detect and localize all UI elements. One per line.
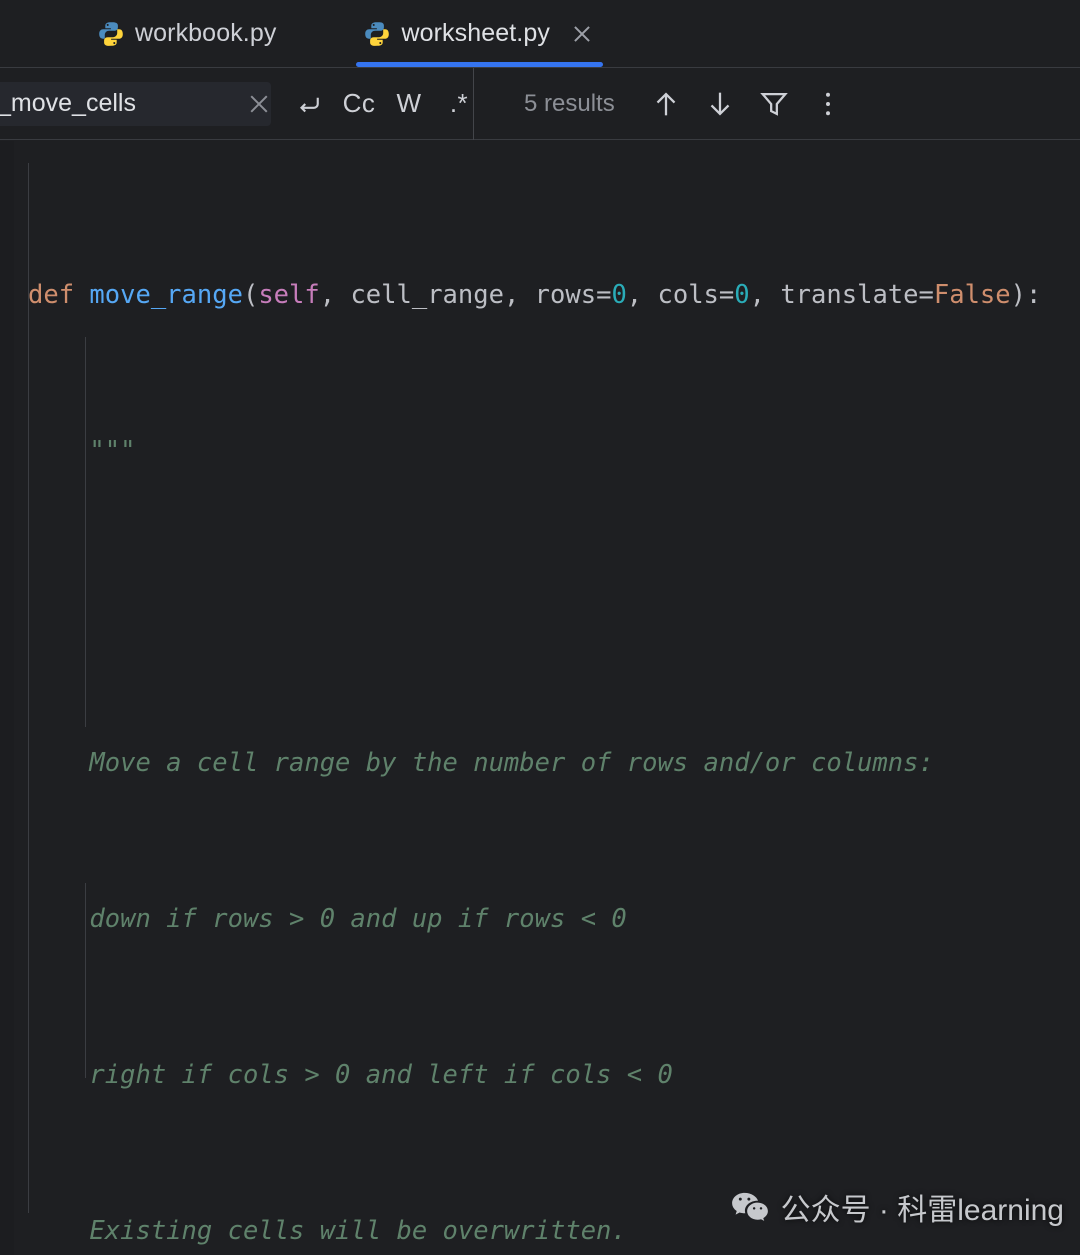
more-options-icon[interactable] <box>811 87 845 121</box>
indent-guide <box>85 493 86 571</box>
search-input[interactable] <box>0 89 270 118</box>
code-line[interactable]: right if cols > 0 and left if cols < 0 <box>0 1056 1080 1095</box>
filter-icon[interactable] <box>757 87 791 121</box>
results-count-label: 5 results <box>524 89 615 117</box>
code-content[interactable]: def move_range(self, cell_range, rows=0,… <box>0 159 1080 1255</box>
active-tab-indicator <box>356 62 603 67</box>
indent-guide <box>28 163 29 1213</box>
words-icon[interactable]: W <box>386 81 432 127</box>
find-next-icon[interactable] <box>703 87 737 121</box>
regex-icon[interactable]: .* <box>436 81 482 127</box>
search-input-wrapper[interactable] <box>0 81 271 126</box>
code-line[interactable] <box>0 588 1080 627</box>
editor-tab-bar: y workbook.py worksheet.py <box>0 0 1080 68</box>
tab-workbook-py[interactable]: workbook.py <box>80 0 294 67</box>
code-line[interactable]: Move a cell range by the number of rows … <box>0 744 1080 783</box>
code-editor[interactable]: def move_range(self, cell_range, rows=0,… <box>0 141 1080 1255</box>
code-line[interactable]: """ <box>0 432 1080 471</box>
tab-partial[interactable]: y <box>0 0 24 67</box>
python-file-icon <box>364 21 390 47</box>
close-find-icon[interactable] <box>236 81 282 127</box>
wechat-icon <box>731 1191 769 1223</box>
find-navigation-group <box>649 87 845 121</box>
tab-worksheet-py-label: worksheet.py <box>401 19 550 47</box>
watermark: 公众号 · 科雷learning <box>731 1185 1064 1229</box>
match-case-icon[interactable]: Cc <box>336 81 382 127</box>
find-field-container: Cc W .* <box>0 67 474 140</box>
multiline-icon[interactable] <box>286 81 332 127</box>
tab-worksheet-py[interactable]: worksheet.py <box>346 0 613 67</box>
find-previous-icon[interactable] <box>649 87 683 121</box>
code-line[interactable]: def move_range(self, cell_range, rows=0,… <box>0 276 1080 315</box>
close-icon[interactable] <box>569 21 595 47</box>
watermark-text: 公众号 · 科雷learning <box>780 1194 1064 1227</box>
python-file-icon <box>98 21 124 47</box>
find-toolbar: Cc W .* 5 results <box>0 67 1080 140</box>
code-line[interactable]: down if rows > 0 and up if rows < 0 <box>0 900 1080 939</box>
tab-workbook-py-label: workbook.py <box>135 19 277 47</box>
find-options-group: Cc W .* <box>236 81 486 127</box>
